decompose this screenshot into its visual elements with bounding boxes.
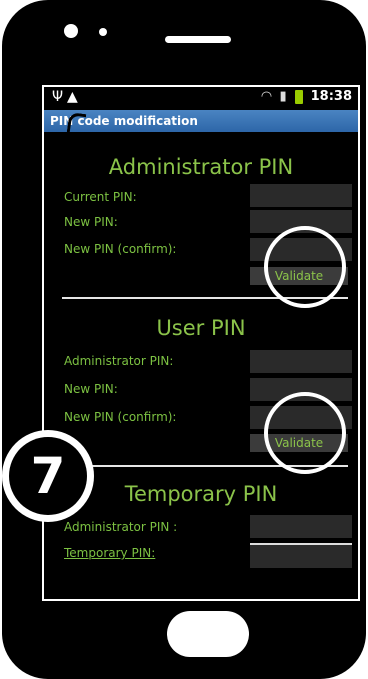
admin-current-pin-input[interactable] (250, 184, 352, 207)
front-camera (64, 24, 78, 38)
signal-icon: ▮ (279, 89, 287, 104)
wifi-icon: ◠ (261, 89, 272, 104)
usb-icon: Ψ (52, 89, 68, 105)
warning-icon: ▲ (67, 89, 82, 105)
user-new-pin-label: New PIN: (64, 382, 118, 396)
highlight-ring-admin-validate (264, 226, 346, 308)
status-time: 18:38 (310, 89, 352, 104)
status-bar: Ψ▲ ◠ ▮ 18:38 (44, 87, 358, 110)
earpiece-speaker (165, 36, 231, 43)
home-button[interactable] (167, 611, 249, 657)
status-right-icons: ◠ ▮ 18:38 (261, 89, 352, 104)
user-admin-pin-input[interactable] (250, 350, 352, 373)
admin-new-pin-confirm-label: New PIN (confirm): (64, 242, 177, 256)
admin-new-pin-label: New PIN: (64, 215, 118, 229)
screen: Ψ▲ ◠ ▮ 18:38 PIN code modification Admin… (42, 85, 360, 601)
user-pin-title: User PIN (156, 316, 246, 340)
temp-admin-pin-label: Administrator PIN : (64, 520, 178, 534)
battery-icon (294, 89, 303, 104)
phone-frame: Ψ▲ ◠ ▮ 18:38 PIN code modification Admin… (2, 0, 366, 679)
temp-temporary-pin-label: Temporary PIN: (64, 546, 156, 560)
step-badge: 7 (2, 430, 94, 522)
app-title-bar: PIN code modification (44, 110, 358, 132)
admin-current-pin-label: Current PIN: (64, 190, 137, 204)
proximity-sensor (99, 28, 107, 36)
status-left-icons: Ψ▲ (52, 89, 82, 105)
pin-form: Administrator PIN Current PIN: New PIN: … (44, 132, 358, 599)
temp-temporary-pin-input[interactable] (250, 543, 352, 568)
highlight-ring-user-validate (264, 392, 346, 474)
user-new-pin-confirm-label: New PIN (confirm): (64, 410, 177, 424)
admin-pin-title: Administrator PIN (108, 155, 294, 179)
user-admin-pin-label: Administrator PIN: (64, 354, 174, 368)
temp-admin-pin-input[interactable] (250, 515, 352, 538)
step-number: 7 (9, 437, 87, 515)
